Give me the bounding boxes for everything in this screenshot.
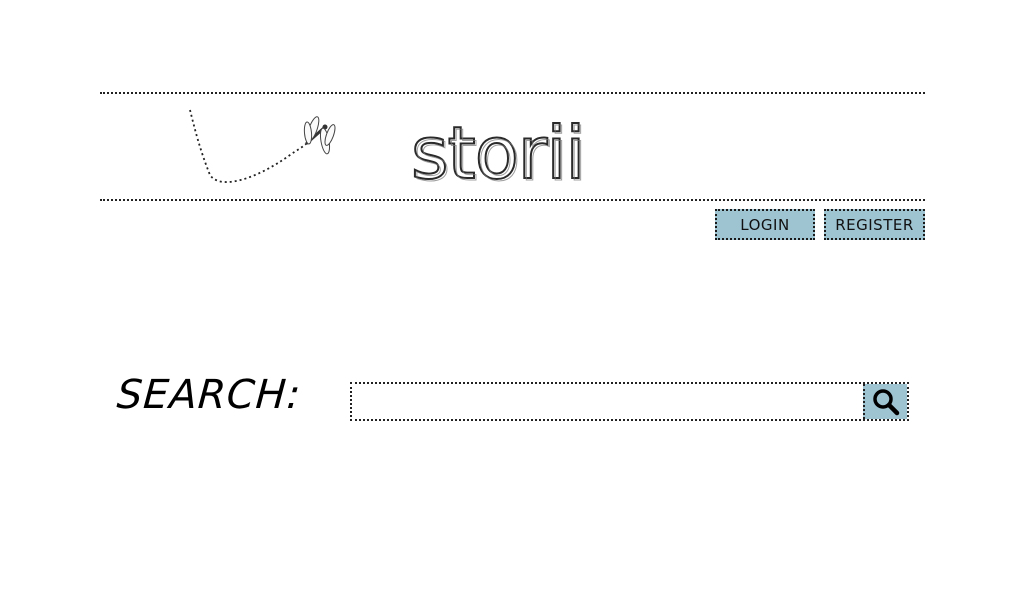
magnifier-icon bbox=[873, 388, 900, 415]
page: storii storii LOGIN REGISTER SEARCH: bbox=[0, 0, 1023, 600]
dragonfly-icon bbox=[189, 109, 336, 183]
header-bottom-divider bbox=[100, 199, 925, 201]
search-label: SEARCH: bbox=[115, 372, 303, 418]
logo-text-shadow: storii bbox=[413, 113, 586, 188]
search-button[interactable] bbox=[863, 384, 907, 419]
register-button[interactable]: REGISTER bbox=[824, 209, 925, 240]
search-field bbox=[350, 382, 909, 421]
login-button[interactable]: LOGIN bbox=[715, 209, 815, 240]
header-top-divider bbox=[100, 92, 925, 94]
search-input[interactable] bbox=[352, 384, 863, 419]
logo[interactable]: storii storii bbox=[405, 108, 615, 188]
